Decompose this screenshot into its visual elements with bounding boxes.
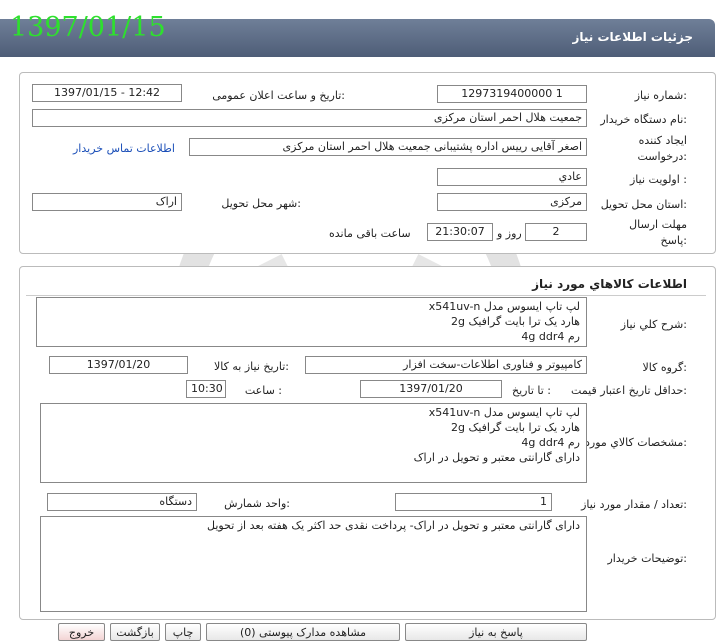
province-label: استان محل تحویل: xyxy=(600,198,687,211)
group-field: کامپیوتر و فناوری اطلاعات-سخت افزار xyxy=(305,356,587,374)
announce-label: تاریخ و ساعت اعلان عمومی: xyxy=(212,89,345,102)
priority-field: عادي xyxy=(437,168,587,186)
unit-label: واحد شمارش: xyxy=(224,497,290,510)
unit-field: دستگاه xyxy=(47,493,197,511)
date-stamp: 1397/01/15 xyxy=(10,12,166,43)
buyer-notes-field: دارای گارانتی معتبر و تحویل در اراک- پرد… xyxy=(40,516,587,612)
until-date-field: 1397/01/20 xyxy=(360,380,502,398)
need-date-label: تاریخ نیاز به کالا: xyxy=(214,360,289,373)
attachments-button[interactable]: مشاهده مدارک پیوستی (0) xyxy=(206,623,400,641)
creator-label-1: ایجاد کننده xyxy=(638,134,687,147)
need-number-field: 1297319400000 1 xyxy=(437,85,587,103)
hour-label: ساعت : xyxy=(244,384,282,397)
deadline-label-1: مهلت ارسال xyxy=(629,218,687,231)
deadline-days-word: روز و xyxy=(497,227,522,240)
min-validity-label: حداقل تاریخ اعتبار قیمت: xyxy=(571,384,687,397)
page-title: جزئیات اطلاعات نیاز xyxy=(572,30,693,44)
creator-label-2: درخواست: xyxy=(637,150,688,163)
buyer-org-field: جمعیت هلال احمر استان مرکزی xyxy=(32,109,587,127)
creator-field: اصغر آقایی رییس اداره پشتیبانی جمعیت هلا… xyxy=(189,138,587,156)
priority-label: اولویت نیاز : xyxy=(629,173,687,186)
need-date-field: 1397/01/20 xyxy=(49,356,188,374)
specs-field: لپ تاپ ایسوس مدل x541uv-n هارد یک ترا با… xyxy=(40,403,587,483)
qty-field: 1 xyxy=(395,493,552,511)
deadline-time-field: 21:30:07 xyxy=(427,223,493,241)
buyer-org-label: نام دستگاه خریدار: xyxy=(600,113,687,126)
contact-buyer-link[interactable]: اطلاعات تماس خریدار xyxy=(73,142,175,155)
buyer-notes-label: توضیحات خریدار: xyxy=(607,552,688,565)
hour-field: 10:30 xyxy=(186,380,226,398)
general-desc-field: لپ تاپ ایسوس مدل x541uv-n هارد یک ترا با… xyxy=(36,297,587,347)
until-date-label: تا تاریخ : xyxy=(512,384,551,397)
city-label: شهر محل تحویل: xyxy=(221,197,301,210)
deadline-label-2: پاسخ: xyxy=(660,234,687,247)
need-number-label: شماره نیاز: xyxy=(634,89,687,102)
province-field: مرکزی xyxy=(437,193,587,211)
exit-button[interactable]: خروج xyxy=(58,623,105,641)
print-button[interactable]: چاپ xyxy=(165,623,201,641)
city-field: اراک xyxy=(32,193,182,211)
back-button[interactable]: بازگشت xyxy=(110,623,160,641)
goods-section-title: اطلاعات کالاهاي مورد نياز xyxy=(532,277,687,291)
reply-button[interactable]: پاسخ به نیاز xyxy=(405,623,587,641)
group-label: گروه کالا: xyxy=(642,361,687,374)
announce-field: 1397/01/15 - 12:42 xyxy=(32,84,182,102)
qty-label: تعداد / مقدار مورد نیاز: xyxy=(581,498,687,511)
deadline-days-field: 2 xyxy=(525,223,587,241)
general-desc-label: شرح کلي نياز: xyxy=(620,318,687,331)
deadline-remaining-text: ساعت باقی مانده xyxy=(329,227,411,240)
section-divider xyxy=(26,295,706,296)
